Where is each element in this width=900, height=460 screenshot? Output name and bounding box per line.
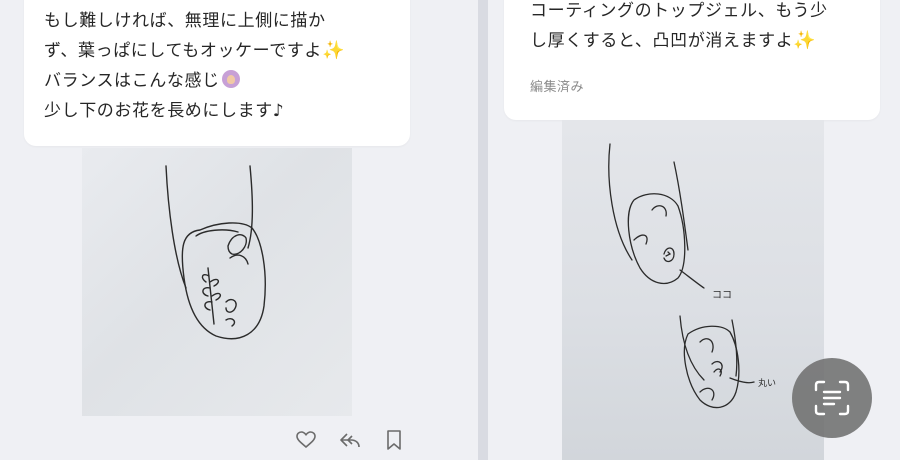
message-line: コーティングのトップジェル、もう少 [530, 1, 828, 21]
message-line: 少し下のお花を長めにします♪ [44, 101, 285, 121]
sparkle-emoji: ✨ [793, 30, 817, 51]
message-bubble-left[interactable]: もし難しければ、無理に上側に描か ず、葉っぱにしてもオッケーですよ✨ バランスは… [24, 0, 410, 146]
edited-label: 編集済み [530, 80, 585, 95]
nail-sketch-photo-2[interactable]: ココ 丸い [562, 120, 824, 460]
text-scan-button[interactable] [792, 358, 872, 438]
heart-outline-icon[interactable] [294, 428, 318, 452]
panel-divider [478, 0, 488, 460]
woman-emoji-icon [221, 70, 240, 88]
message-bubble-right[interactable]: コーティングのトップジェル、もう少 し厚くすると、凸凹が消えますよ✨ 編集済み [504, 0, 880, 120]
sparkle-emoji: ✨ [322, 40, 346, 61]
message-line: ず、葉っぱにしてもオッケーですよ✨ [44, 40, 346, 61]
message-line: もし難しければ、無理に上側に描か [44, 11, 326, 31]
nail-sketch-photo[interactable] [82, 148, 352, 416]
sketch-annotation-top: ココ [712, 290, 732, 301]
message-line: し厚くすると、凸凹が消えますよ✨ [530, 30, 817, 51]
sketch-annotation-bottom: 丸い [758, 377, 776, 389]
message-actions [294, 428, 406, 452]
reply-arrow-icon[interactable] [338, 428, 362, 452]
message-line: バランスはこんな感じ [44, 66, 410, 96]
bookmark-outline-icon[interactable] [382, 428, 406, 452]
text-scan-icon [814, 380, 850, 416]
